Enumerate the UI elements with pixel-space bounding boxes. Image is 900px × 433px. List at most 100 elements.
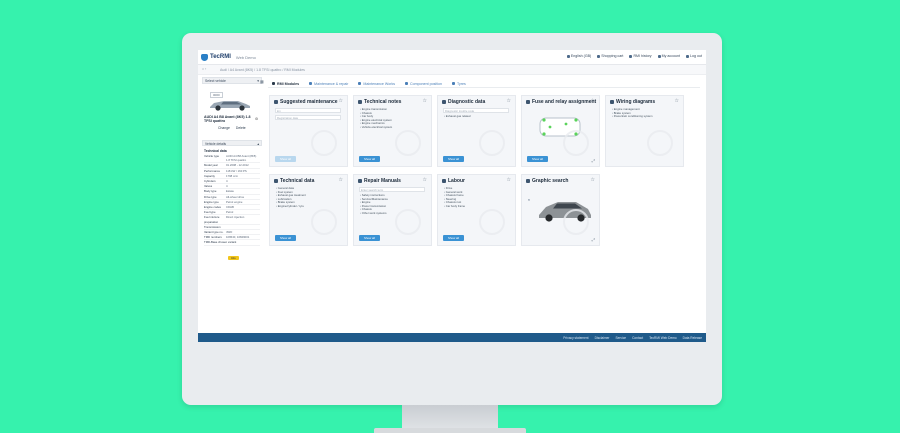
card-list-item[interactable]: Powertrain conditioning system (612, 115, 653, 119)
card-input[interactable]: Enter search term (359, 187, 425, 192)
card-title[interactable]: Fuse and relay assignment (526, 99, 596, 105)
star-icon[interactable]: ☆ (423, 98, 427, 104)
detail-row: Vehicle type AUDI A4 B8 Avant (8K5) 1.8 T… (204, 154, 260, 164)
card-list-item[interactable]: Other work systems (360, 211, 388, 216)
details-table: Vehicle type AUDI A4 B8 Avant (8K5) 1.8 T… (204, 154, 260, 241)
brand-logo[interactable]: TecRMI Web Demo (201, 53, 256, 61)
star-icon[interactable]: ☆ (591, 177, 595, 183)
footer-link[interactable]: TecRMI Web Demo (649, 336, 677, 340)
tab-tyres[interactable]: Tyres (448, 79, 472, 87)
show-all-button[interactable]: Show all (527, 156, 548, 162)
show-all-button[interactable]: Show all (443, 235, 464, 241)
card-title[interactable]: Repair Manuals (358, 178, 401, 184)
footer-link[interactable]: Data Release (683, 336, 702, 340)
expand-icon[interactable]: ⤢ (592, 158, 595, 163)
detail-value: 4WD (226, 230, 233, 235)
footer-link[interactable]: Disclaimer (595, 336, 610, 340)
card-list-item[interactable]: Engine/cylinder / tyre (276, 204, 306, 209)
footer-link[interactable]: Service (615, 336, 626, 340)
card-list-item[interactable]: Vehicle electrical system (360, 125, 392, 130)
detail-key: TMD numbers (204, 235, 222, 240)
tab-icon (309, 82, 313, 85)
home-icon[interactable]: ⌂ ‹ (202, 67, 206, 71)
warning-icon (358, 99, 362, 104)
breadcrumb-path[interactable]: Audi / A4 Avant (8K5) / 1.8 TFSI quattro… (220, 68, 305, 72)
tab-toolbar-icons: ▦ (260, 79, 264, 84)
detail-key: Variant type no. (204, 230, 224, 235)
card-wiring-diagrams: Wiring diagrams ☆ Engine managementBrake s… (605, 95, 684, 167)
detail-key: Fuel type (204, 210, 216, 215)
show-all-button[interactable]: Show all (275, 235, 296, 241)
detail-key: Cylinders (204, 179, 216, 184)
card-title-text: Technical notes (364, 99, 402, 105)
user-icon (657, 54, 661, 58)
card-title[interactable]: Suggested maintenance (274, 99, 338, 105)
grid-icon[interactable]: ▦ (260, 79, 264, 84)
tab-rmi-modules[interactable]: RMI Modules (268, 79, 305, 87)
logout-icon (686, 54, 689, 58)
my-account-link[interactable]: My account (657, 54, 680, 58)
card-title[interactable]: Wiring diagrams (610, 99, 655, 105)
expand-icon[interactable]: ⤢ (592, 237, 595, 242)
star-icon[interactable]: ☆ (339, 177, 343, 183)
card-list-item[interactable]: Car body frame (444, 204, 465, 209)
rmi-history-link[interactable]: RMI history (629, 54, 652, 58)
tab-component-position[interactable]: Component position (401, 79, 448, 87)
show-all-button[interactable]: Show all (443, 156, 464, 162)
footer-link[interactable]: Contact (632, 336, 643, 340)
breadcrumb: ⌂ ‹ Audi / A4 Avant (8K5) / 1.8 TFSI qua… (198, 65, 706, 75)
star-icon[interactable]: ☆ (507, 177, 511, 183)
technical-data-heading: Technical data (204, 149, 227, 153)
select-vehicle-dropdown[interactable]: Select vehicle ▾ (202, 77, 262, 84)
card-title-text: Diagnostic data (448, 99, 486, 105)
vehicle-details-header[interactable]: Vehicle details ▴ (202, 140, 262, 146)
logout-link[interactable]: Log out (686, 54, 702, 58)
detail-key: Performance (204, 168, 221, 173)
card-input[interactable]: Registration date (275, 115, 341, 120)
card-input[interactable]: km (275, 108, 341, 113)
show-all-button[interactable]: Show all (359, 235, 380, 241)
card-technical-data: Technical data ☆ General dataFuel systemEx… (269, 174, 348, 246)
star-icon[interactable]: ☆ (507, 98, 511, 104)
star-icon[interactable]: ☆ (423, 177, 427, 183)
card-title[interactable]: Technical notes (358, 99, 401, 105)
monitor-base (374, 428, 526, 433)
shopping-cart-link[interactable]: Shopping cart (597, 54, 623, 58)
card-graphic-search: Graphic search ☆ ◐ ⤢ (521, 174, 600, 246)
toggle-icon[interactable]: ◐ (528, 197, 530, 202)
tab-label: Maintenance & repair (314, 81, 349, 86)
card-input[interactable]: Diagnostic trouble code (443, 108, 509, 113)
footer-link[interactable]: Privacy statement (563, 336, 588, 340)
card-list-item[interactable]: Exhaust gas related (444, 114, 471, 119)
star-icon[interactable]: ☆ (591, 98, 595, 104)
tab-maintenance-repair[interactable]: Maintenance & repair (305, 79, 354, 87)
change-vehicle-button[interactable]: Change (218, 126, 230, 130)
card-title[interactable]: Graphic search (526, 178, 568, 184)
tab-maintenance-works[interactable]: Maintenance Works (354, 79, 401, 87)
brand-subtitle: Web Demo (235, 54, 256, 60)
card-watermark-icon (311, 209, 337, 235)
search-icon (358, 178, 362, 183)
star-icon[interactable]: ☆ (339, 98, 343, 104)
collapse-icon[interactable]: ▴ (257, 142, 259, 146)
card-title[interactable]: Labour (442, 178, 465, 184)
card-list: Exhaust gas related (444, 114, 471, 119)
show-all-button[interactable]: Show all (359, 156, 380, 162)
vehicle-details-title: Vehicle details (205, 142, 227, 146)
show-all-button[interactable]: Show all (275, 156, 296, 162)
car-icon (526, 178, 530, 183)
info-button[interactable]: Info (228, 255, 239, 260)
card-title-text: Repair Manuals (364, 178, 401, 184)
detail-key: Engine codes (204, 205, 221, 210)
vehicle-name: AUDI A4 B8 Avant (8K5) 1.8 TFSI quattro (204, 115, 251, 124)
detail-value: All-wheel drive (226, 194, 245, 199)
card-title[interactable]: Technical data (274, 178, 314, 184)
star-icon[interactable]: ☆ (675, 98, 679, 104)
vehicle-actions: Change Delete (218, 126, 246, 130)
vehicle-options-icon[interactable]: ⚙ (255, 117, 258, 121)
delete-vehicle-button[interactable]: Delete (236, 126, 246, 130)
card-title-text: Labour (448, 178, 465, 184)
card-title[interactable]: Diagnostic data (442, 99, 485, 105)
tab-icon (272, 82, 275, 85)
language-link[interactable]: English (GB) (566, 54, 591, 58)
